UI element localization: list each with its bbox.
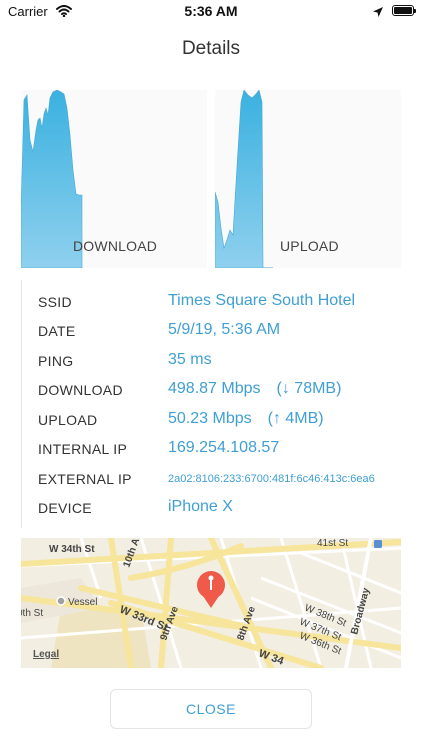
location-arrow-icon	[372, 5, 384, 23]
details-row-ssid: SSID Times Square South Hotel	[38, 292, 402, 312]
row-value: 169.254.108.57	[168, 439, 280, 456]
row-key: INTERNAL IP	[38, 441, 128, 457]
map-legal-link[interactable]: Legal	[33, 649, 59, 660]
page-title: Details	[181, 38, 241, 59]
download-chart-label: DOWNLOAD	[73, 238, 158, 254]
download-size: (↓ 78MB)	[276, 380, 342, 397]
details-table: SSID Times Square South Hotel DATE 5/9/1…	[21, 280, 402, 528]
row-key: EXTERNAL IP	[38, 471, 132, 487]
upload-chart: UPLOAD	[215, 90, 401, 268]
location-pin-icon	[197, 571, 225, 608]
row-key: DATE	[38, 323, 76, 339]
upload-size: (↑ 4MB)	[267, 410, 324, 427]
row-value: 2a02:8106:233:6700:481f:6c46:413c:6ea6	[168, 473, 375, 485]
row-value: iPhone X	[168, 498, 233, 515]
details-row-date: DATE 5/9/19, 5:36 AM	[38, 321, 402, 341]
close-button[interactable]: CLOSE	[110, 689, 312, 729]
row-value: 498.87 Mbps (↓ 78MB)	[168, 380, 341, 398]
map-label-vessel: Vessel	[68, 597, 97, 608]
clock: 5:36 AM	[184, 3, 238, 19]
battery-icon	[392, 5, 416, 16]
vessel-marker-icon	[56, 596, 66, 606]
details-row-internal-ip: INTERNAL IP 169.254.108.57	[38, 439, 402, 459]
details-row-upload: UPLOAD 50.23 Mbps (↑ 4MB)	[38, 410, 402, 430]
row-key: DEVICE	[38, 500, 92, 516]
map-label-10th: 10th A	[121, 538, 142, 569]
download-speed: 498.87 Mbps	[168, 380, 261, 397]
map-label-41st: 41st St	[317, 538, 348, 549]
map-label-w34: W 34th St	[49, 544, 95, 555]
details-row-download: DOWNLOAD 498.87 Mbps (↓ 78MB)	[38, 380, 402, 400]
details-row-external-ip: EXTERNAL IP 2a02:8106:233:6700:481f:6c46…	[38, 469, 402, 489]
transit-icon	[374, 540, 382, 548]
row-key: DOWNLOAD	[38, 382, 123, 398]
download-chart: DOWNLOAD	[21, 90, 207, 268]
row-key: UPLOAD	[38, 412, 98, 428]
upload-chart-label: UPLOAD	[280, 238, 339, 254]
upload-speed: 50.23 Mbps	[168, 410, 252, 427]
row-value: 5/9/19, 5:36 AM	[168, 321, 281, 338]
row-key: SSID	[38, 294, 72, 310]
row-value: 35 ms	[168, 351, 212, 368]
details-row-device: DEVICE iPhone X	[38, 498, 402, 518]
details-row-ping: PING 35 ms	[38, 351, 402, 371]
status-bar: Carrier 5:36 AM	[0, 0, 422, 24]
location-map[interactable]: W 34th St 10th A Vessel W 33rd St 9th Av…	[21, 538, 401, 668]
map-label-30th: 0th St	[21, 608, 43, 619]
row-value: Times Square South Hotel	[168, 292, 356, 309]
row-key: PING	[38, 353, 74, 369]
row-value: 50.23 Mbps (↑ 4MB)	[168, 410, 324, 428]
